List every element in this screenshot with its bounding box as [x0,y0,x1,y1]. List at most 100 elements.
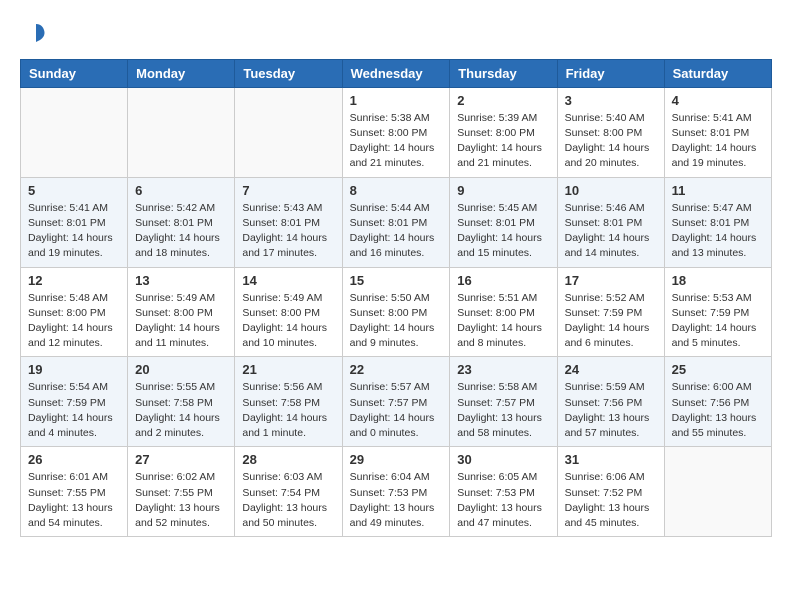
day-number: 14 [242,273,334,288]
day-info: Sunrise: 6:03 AM Sunset: 7:54 PM Dayligh… [242,470,334,531]
day-number: 7 [242,183,334,198]
calendar-day-19: 19 Sunrise: 5:54 AM Sunset: 7:59 PM Dayli… [21,357,128,447]
day-info: Sunrise: 6:05 AM Sunset: 7:53 PM Dayligh… [457,470,549,531]
day-info: Sunrise: 5:44 AM Sunset: 8:01 PM Dayligh… [350,201,443,262]
day-info: Sunrise: 5:42 AM Sunset: 8:01 PM Dayligh… [135,201,227,262]
calendar-day-18: 18 Sunrise: 5:53 AM Sunset: 7:59 PM Dayli… [664,267,771,357]
day-number: 12 [28,273,120,288]
weekday-header-sunday: Sunday [21,59,128,87]
day-info: Sunrise: 5:39 AM Sunset: 8:00 PM Dayligh… [457,111,549,172]
calendar-day-28: 28 Sunrise: 6:03 AM Sunset: 7:54 PM Dayli… [235,447,342,537]
day-number: 2 [457,93,549,108]
calendar-day-11: 11Sunrise: 5:47 AM Sunset: 8:01 PM Dayli… [664,177,771,267]
day-info: Sunrise: 5:58 AM Sunset: 7:57 PM Dayligh… [457,380,549,441]
day-number: 17 [565,273,657,288]
day-info: Sunrise: 5:52 AM Sunset: 7:59 PM Dayligh… [565,291,657,352]
calendar-empty-cell [21,87,128,177]
day-number: 28 [242,452,334,467]
day-number: 21 [242,362,334,377]
day-number: 1 [350,93,443,108]
calendar-empty-cell [128,87,235,177]
calendar-week-row: 26 Sunrise: 6:01 AM Sunset: 7:55 PM Dayli… [21,447,772,537]
calendar-day-30: 30 Sunrise: 6:05 AM Sunset: 7:53 PM Dayli… [450,447,557,537]
day-info: Sunrise: 5:38 AM Sunset: 8:00 PM Dayligh… [350,111,443,172]
calendar-day-25: 25Sunrise: 6:00 AM Sunset: 7:56 PM Dayli… [664,357,771,447]
calendar-day-12: 12 Sunrise: 5:48 AM Sunset: 8:00 PM Dayli… [21,267,128,357]
day-info: Sunrise: 5:46 AM Sunset: 8:01 PM Dayligh… [565,201,657,262]
page-header [20,20,772,49]
day-info: Sunrise: 5:57 AM Sunset: 7:57 PM Dayligh… [350,380,443,441]
day-number: 18 [672,273,764,288]
calendar-week-row: 1 Sunrise: 5:38 AM Sunset: 8:00 PM Daylig… [21,87,772,177]
day-info: Sunrise: 6:06 AM Sunset: 7:52 PM Dayligh… [565,470,657,531]
calendar-day-24: 24Sunrise: 5:59 AM Sunset: 7:56 PM Dayli… [557,357,664,447]
day-info: Sunrise: 5:41 AM Sunset: 8:01 PM Dayligh… [28,201,120,262]
day-number: 24 [565,362,657,377]
day-info: Sunrise: 5:53 AM Sunset: 7:59 PM Dayligh… [672,291,764,352]
day-number: 31 [565,452,657,467]
calendar-empty-cell [664,447,771,537]
calendar-day-21: 21 Sunrise: 5:56 AM Sunset: 7:58 PM Dayli… [235,357,342,447]
day-info: Sunrise: 5:56 AM Sunset: 7:58 PM Dayligh… [242,380,334,441]
day-number: 9 [457,183,549,198]
calendar-table: SundayMondayTuesdayWednesdayThursdayFrid… [20,59,772,537]
calendar-day-7: 7 Sunrise: 5:43 AM Sunset: 8:01 PM Daylig… [235,177,342,267]
day-number: 26 [28,452,120,467]
day-info: Sunrise: 5:51 AM Sunset: 8:00 PM Dayligh… [457,291,549,352]
day-info: Sunrise: 5:48 AM Sunset: 8:00 PM Dayligh… [28,291,120,352]
day-number: 16 [457,273,549,288]
day-number: 13 [135,273,227,288]
day-info: Sunrise: 5:49 AM Sunset: 8:00 PM Dayligh… [242,291,334,352]
weekday-header-wednesday: Wednesday [342,59,450,87]
day-number: 4 [672,93,764,108]
calendar-week-row: 19 Sunrise: 5:54 AM Sunset: 7:59 PM Dayli… [21,357,772,447]
weekday-header-thursday: Thursday [450,59,557,87]
calendar-day-27: 27 Sunrise: 6:02 AM Sunset: 7:55 PM Dayli… [128,447,235,537]
day-info: Sunrise: 5:41 AM Sunset: 8:01 PM Dayligh… [672,111,764,172]
calendar-day-31: 31 Sunrise: 6:06 AM Sunset: 7:52 PM Dayli… [557,447,664,537]
day-number: 22 [350,362,443,377]
calendar-day-14: 14 Sunrise: 5:49 AM Sunset: 8:00 PM Dayli… [235,267,342,357]
day-info: Sunrise: 5:40 AM Sunset: 8:00 PM Dayligh… [565,111,657,172]
calendar-day-10: 10 Sunrise: 5:46 AM Sunset: 8:01 PM Dayli… [557,177,664,267]
calendar-day-8: 8Sunrise: 5:44 AM Sunset: 8:01 PM Daylig… [342,177,450,267]
day-info: Sunrise: 5:55 AM Sunset: 7:58 PM Dayligh… [135,380,227,441]
calendar-day-15: 15 Sunrise: 5:50 AM Sunset: 8:00 PM Dayli… [342,267,450,357]
day-number: 3 [565,93,657,108]
day-info: Sunrise: 5:50 AM Sunset: 8:00 PM Dayligh… [350,291,443,352]
day-number: 6 [135,183,227,198]
calendar-day-6: 6 Sunrise: 5:42 AM Sunset: 8:01 PM Daylig… [128,177,235,267]
calendar-week-row: 5 Sunrise: 5:41 AM Sunset: 8:01 PM Daylig… [21,177,772,267]
calendar-day-16: 16 Sunrise: 5:51 AM Sunset: 8:00 PM Dayli… [450,267,557,357]
day-number: 30 [457,452,549,467]
day-number: 25 [672,362,764,377]
day-number: 27 [135,452,227,467]
calendar-day-4: 4 Sunrise: 5:41 AM Sunset: 8:01 PM Daylig… [664,87,771,177]
day-info: Sunrise: 6:04 AM Sunset: 7:53 PM Dayligh… [350,470,443,531]
weekday-header-monday: Monday [128,59,235,87]
calendar-week-row: 12 Sunrise: 5:48 AM Sunset: 8:00 PM Dayli… [21,267,772,357]
calendar-day-17: 17 Sunrise: 5:52 AM Sunset: 7:59 PM Dayli… [557,267,664,357]
day-info: Sunrise: 6:02 AM Sunset: 7:55 PM Dayligh… [135,470,227,531]
day-number: 29 [350,452,443,467]
day-info: Sunrise: 5:54 AM Sunset: 7:59 PM Dayligh… [28,380,120,441]
calendar-day-26: 26 Sunrise: 6:01 AM Sunset: 7:55 PM Dayli… [21,447,128,537]
weekday-header-tuesday: Tuesday [235,59,342,87]
day-number: 5 [28,183,120,198]
logo-icon [22,20,46,44]
calendar-day-29: 29 Sunrise: 6:04 AM Sunset: 7:53 PM Dayli… [342,447,450,537]
calendar-day-5: 5 Sunrise: 5:41 AM Sunset: 8:01 PM Daylig… [21,177,128,267]
calendar-day-2: 2 Sunrise: 5:39 AM Sunset: 8:00 PM Daylig… [450,87,557,177]
day-info: Sunrise: 6:01 AM Sunset: 7:55 PM Dayligh… [28,470,120,531]
day-info: Sunrise: 5:43 AM Sunset: 8:01 PM Dayligh… [242,201,334,262]
day-number: 11 [672,183,764,198]
day-number: 15 [350,273,443,288]
day-number: 19 [28,362,120,377]
weekday-header-saturday: Saturday [664,59,771,87]
calendar-day-23: 23Sunrise: 5:58 AM Sunset: 7:57 PM Dayli… [450,357,557,447]
calendar-day-1: 1 Sunrise: 5:38 AM Sunset: 8:00 PM Daylig… [342,87,450,177]
calendar-header-row: SundayMondayTuesdayWednesdayThursdayFrid… [21,59,772,87]
day-number: 10 [565,183,657,198]
day-info: Sunrise: 5:49 AM Sunset: 8:00 PM Dayligh… [135,291,227,352]
calendar-day-3: 3 Sunrise: 5:40 AM Sunset: 8:00 PM Daylig… [557,87,664,177]
